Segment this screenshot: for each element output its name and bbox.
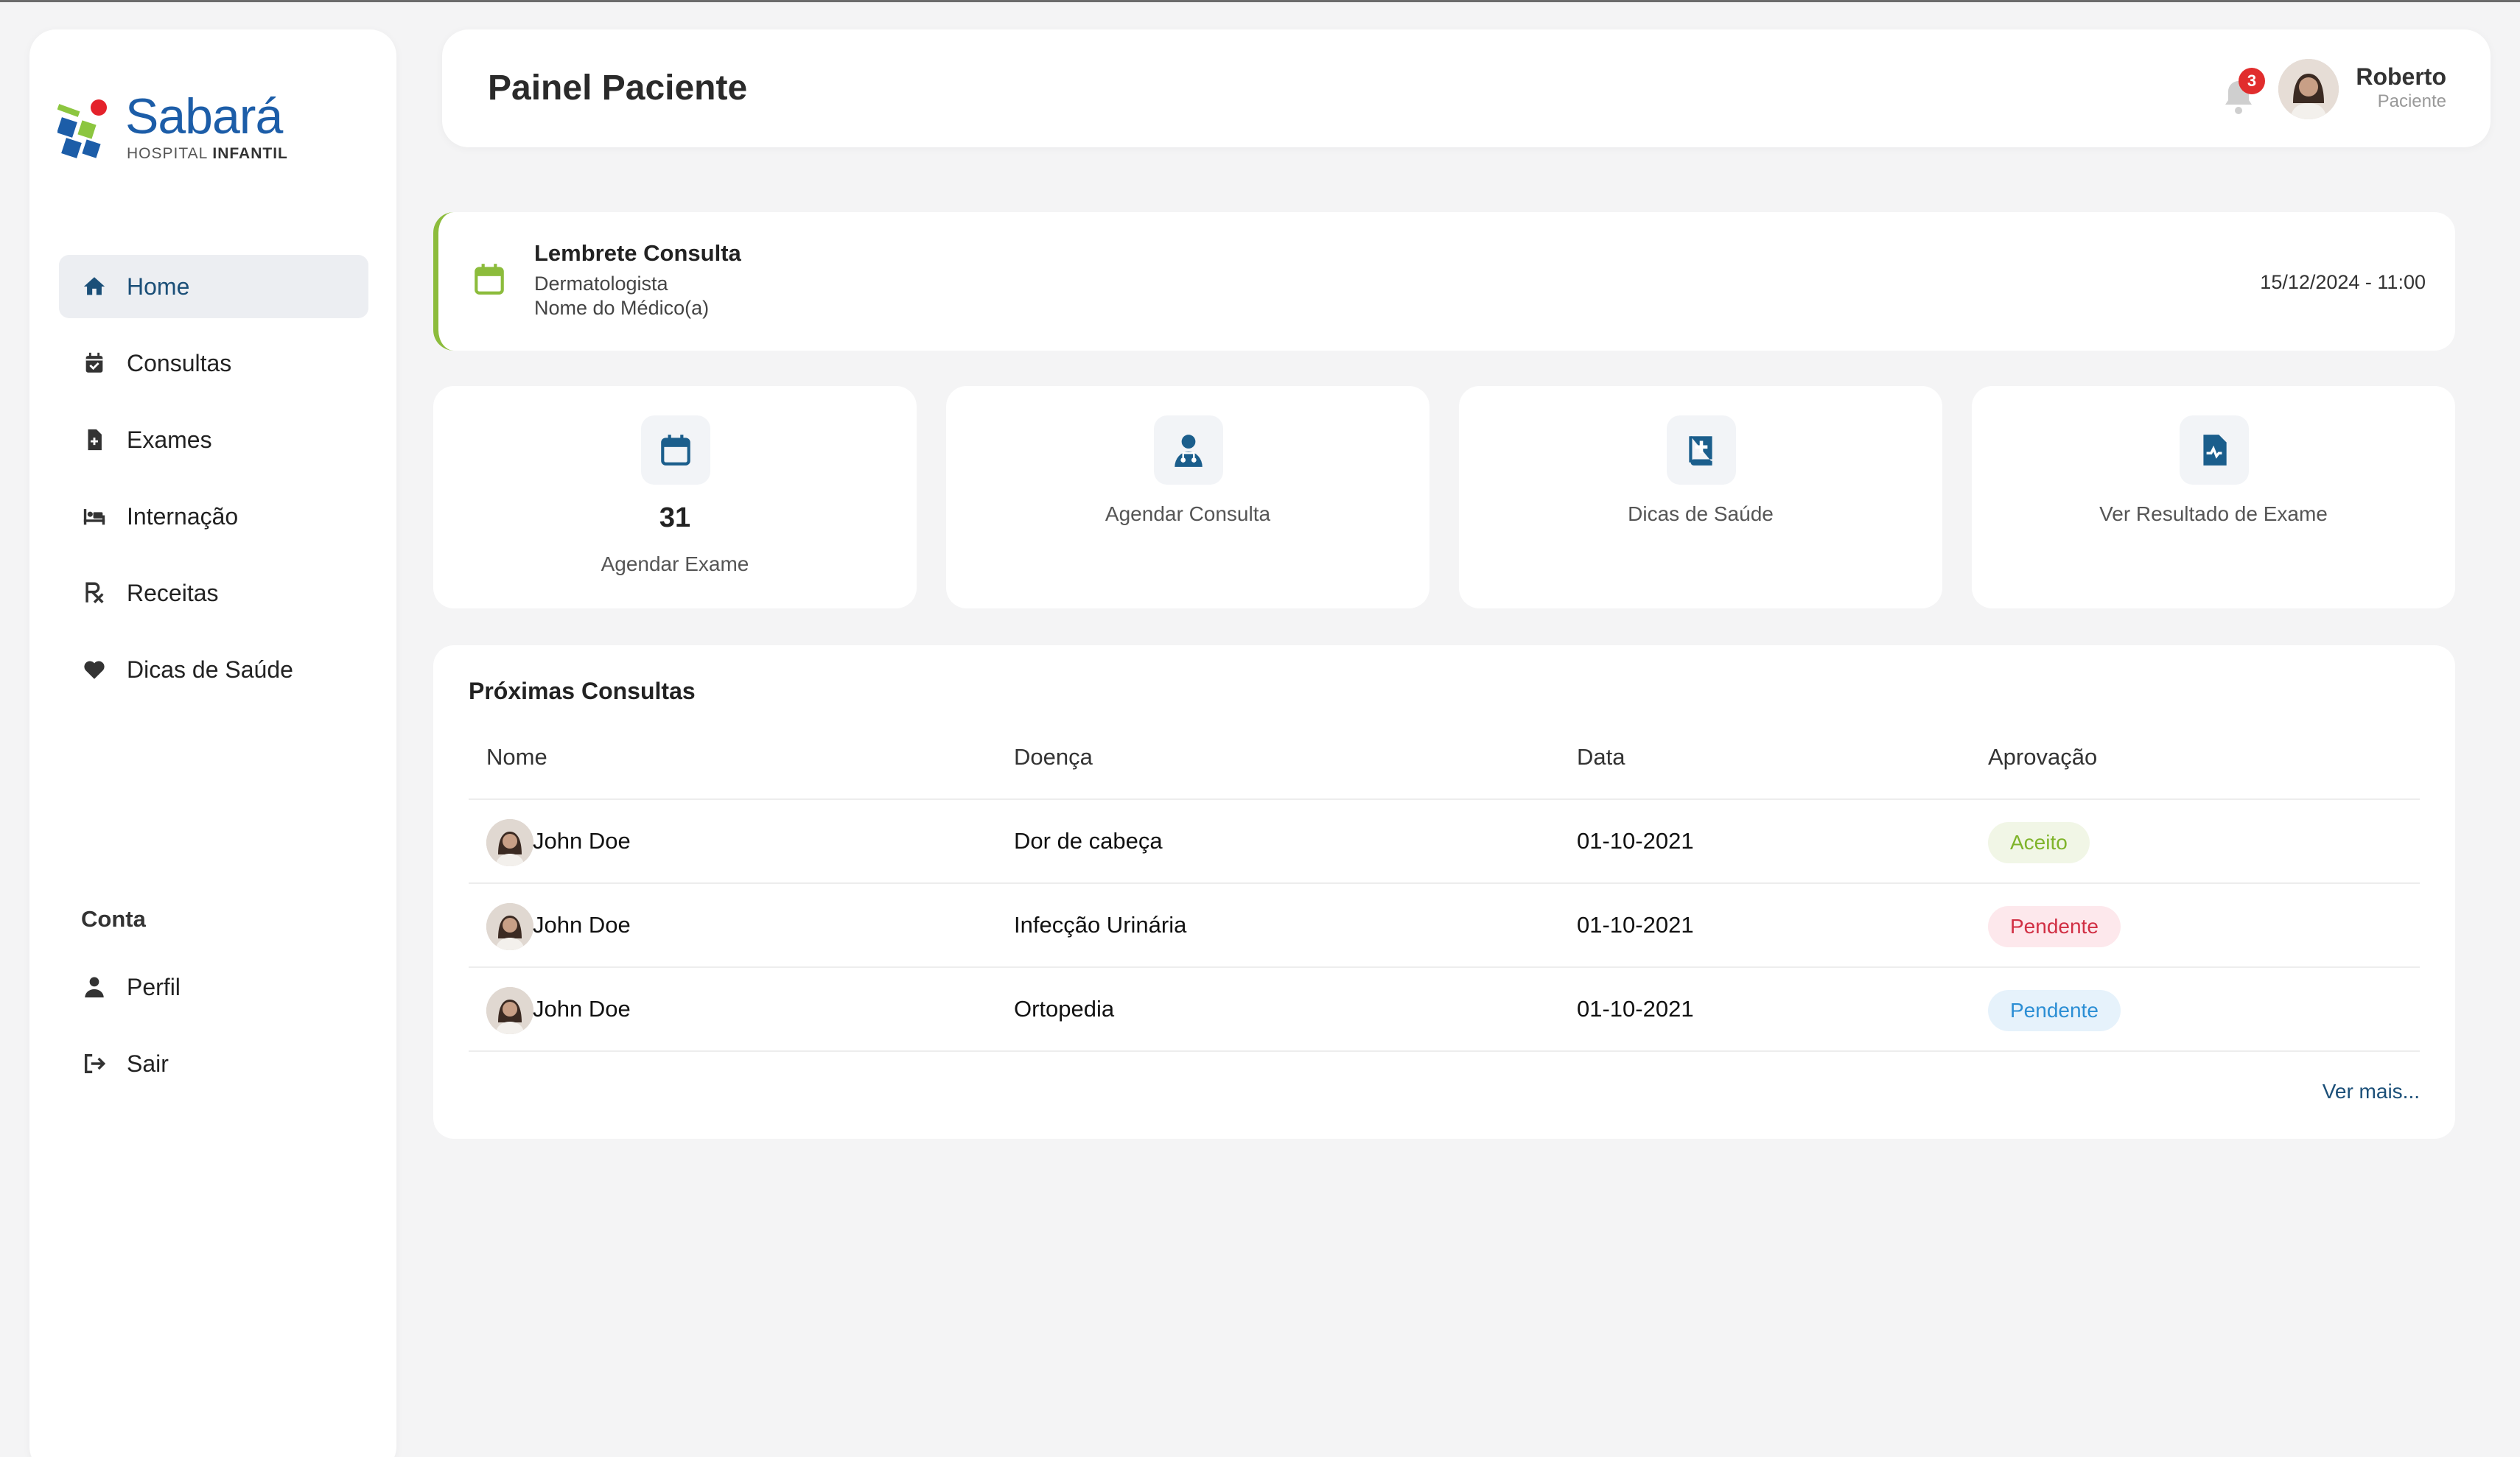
account-section-title: Conta bbox=[81, 906, 146, 932]
card-agendar-consulta[interactable]: Agendar Consulta bbox=[946, 386, 1429, 608]
card-label: Dicas de Saúde bbox=[1628, 502, 1774, 525]
main-nav: Home Consultas Exames Internação Receita… bbox=[59, 255, 368, 715]
top-header: Painel Paciente 3 Roberto Paciente bbox=[442, 29, 2491, 147]
logout-icon bbox=[80, 1049, 109, 1078]
avatar bbox=[486, 987, 533, 1034]
status-badge: Pendente bbox=[1988, 906, 2121, 947]
card-ver-resultado-exame[interactable]: Ver Resultado de Exame bbox=[1972, 386, 2455, 608]
see-more-link[interactable]: Ver mais... bbox=[2323, 1080, 2420, 1103]
sidebar-item-sair[interactable]: Sair bbox=[59, 1032, 368, 1095]
card-agendar-exame[interactable]: 31 Agendar Exame bbox=[433, 386, 917, 608]
user-role: Paciente bbox=[2377, 91, 2446, 111]
row-name: John Doe bbox=[533, 996, 631, 1022]
window-top-border bbox=[0, 0, 2520, 2]
reminder-datetime: 15/12/2024 - 11:00 bbox=[2260, 271, 2426, 293]
card-label: Agendar Consulta bbox=[1105, 502, 1271, 525]
notifications-button[interactable]: 3 bbox=[2221, 68, 2265, 115]
column-header: Nome bbox=[486, 744, 547, 770]
sidebar-item-dicas[interactable]: Dicas de Saúde bbox=[59, 638, 368, 701]
reminder-doctor: Nome do Médico(a) bbox=[534, 297, 710, 319]
table-row[interactable]: John Doe Infecção Urinária 01-10-2021 Pe… bbox=[469, 884, 2420, 968]
card-dicas-saude[interactable]: Dicas de Saúde bbox=[1459, 386, 1942, 608]
home-icon bbox=[80, 272, 109, 301]
table-header: Nome Doença Data Aprovação bbox=[469, 741, 2420, 800]
sidebar-item-label: Perfil bbox=[127, 973, 181, 1000]
bed-icon bbox=[80, 502, 109, 531]
card-label: Agendar Exame bbox=[601, 552, 749, 575]
sidebar-item-label: Exames bbox=[127, 426, 212, 453]
sidebar-item-label: Sair bbox=[127, 1050, 169, 1077]
sidebar-item-perfil[interactable]: Perfil bbox=[59, 955, 368, 1019]
table-row[interactable]: John Doe Ortopedia 01-10-2021 Pendente bbox=[469, 968, 2420, 1052]
notification-badge: 3 bbox=[2239, 68, 2265, 94]
logo-subtitle: HOSPITAL INFANTIL bbox=[127, 146, 288, 161]
section-title: Próximas Consultas bbox=[469, 678, 696, 704]
reminder-specialty: Dermatologista bbox=[534, 273, 668, 295]
account-nav: Perfil Sair bbox=[59, 955, 368, 1109]
logo-sub-bold: INFANTIL bbox=[212, 145, 288, 162]
table-row[interactable]: John Doe Dor de cabeça 01-10-2021 Aceito bbox=[469, 800, 2420, 884]
sidebar-item-consultas[interactable]: Consultas bbox=[59, 331, 368, 395]
status-badge: Aceito bbox=[1988, 822, 2090, 863]
column-header: Data bbox=[1577, 744, 1625, 770]
row-disease: Dor de cabeça bbox=[1014, 828, 1163, 854]
user-avatar[interactable] bbox=[2278, 59, 2339, 119]
sidebar-item-label: Dicas de Saúde bbox=[127, 656, 293, 683]
calendar-check-icon bbox=[80, 348, 109, 378]
status-badge: Pendente bbox=[1988, 990, 2121, 1031]
row-date: 01-10-2021 bbox=[1577, 996, 1694, 1022]
avatar bbox=[486, 819, 533, 866]
logo-brand-text: Sabará bbox=[125, 88, 283, 144]
row-disease: Ortopedia bbox=[1014, 996, 1115, 1022]
prescription-icon bbox=[80, 578, 109, 608]
doctor-icon bbox=[1154, 415, 1223, 485]
row-date: 01-10-2021 bbox=[1577, 912, 1694, 938]
sidebar-item-label: Receitas bbox=[127, 579, 219, 606]
file-pulse-icon bbox=[2180, 415, 2249, 485]
column-header: Aprovação bbox=[1988, 744, 2098, 770]
sidebar-item-internacao[interactable]: Internação bbox=[59, 485, 368, 548]
file-medical-icon bbox=[80, 425, 109, 454]
appointment-reminder[interactable]: Lembrete Consulta Dermatologista Nome do… bbox=[433, 212, 2455, 351]
user-name: Roberto bbox=[2356, 63, 2446, 90]
row-disease: Infecção Urinária bbox=[1014, 912, 1187, 938]
hospital-logo[interactable]: Sabará HOSPITAL INFANTIL bbox=[57, 69, 301, 165]
logo-mark-icon bbox=[57, 99, 107, 158]
avatar bbox=[486, 903, 533, 950]
card-count: 31 bbox=[659, 502, 691, 533]
row-date: 01-10-2021 bbox=[1577, 828, 1694, 854]
column-header: Doença bbox=[1014, 744, 1093, 770]
sidebar-item-exames[interactable]: Exames bbox=[59, 408, 368, 471]
sidebar: Sabará HOSPITAL INFANTIL Home Consultas … bbox=[29, 29, 396, 1457]
sidebar-item-label: Internação bbox=[127, 502, 239, 530]
sidebar-item-label: Home bbox=[127, 273, 190, 300]
reminder-title: Lembrete Consulta bbox=[534, 240, 741, 266]
row-name: John Doe bbox=[533, 828, 631, 854]
sidebar-item-receitas[interactable]: Receitas bbox=[59, 561, 368, 625]
medical-book-icon bbox=[1667, 415, 1736, 485]
calendar-icon bbox=[641, 415, 710, 485]
heart-icon bbox=[80, 655, 109, 684]
user-icon bbox=[80, 972, 109, 1002]
row-name: John Doe bbox=[533, 912, 631, 938]
sidebar-item-label: Consultas bbox=[127, 349, 232, 376]
sidebar-item-home[interactable]: Home bbox=[59, 255, 368, 318]
card-label: Ver Resultado de Exame bbox=[2099, 502, 2328, 525]
page-title: Painel Paciente bbox=[488, 69, 748, 108]
calendar-icon bbox=[475, 264, 504, 295]
upcoming-appointments: Próximas Consultas Nome Doença Data Apro… bbox=[433, 645, 2455, 1139]
logo-sub-light: HOSPITAL bbox=[127, 145, 208, 162]
